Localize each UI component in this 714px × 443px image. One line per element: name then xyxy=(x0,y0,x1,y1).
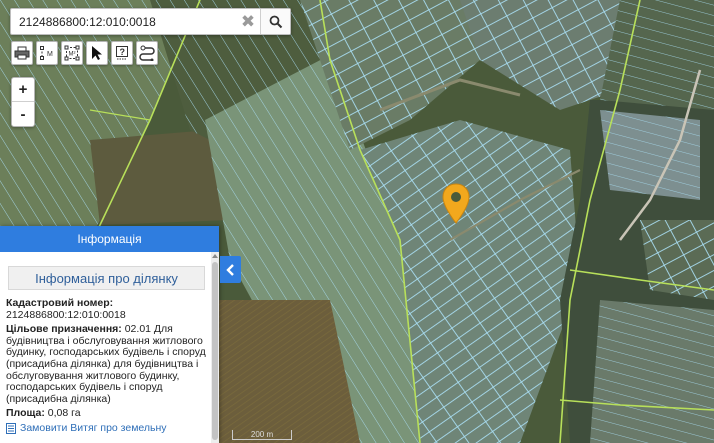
collapse-panel-button[interactable] xyxy=(220,256,241,283)
info-panel: Інформація Інформація про ділянку Кадаст… xyxy=(0,226,219,443)
area-value: 0,08 га xyxy=(47,407,81,420)
search-button[interactable] xyxy=(260,9,290,34)
purpose-value: 02.01 Для будівництва і обслуговування ж… xyxy=(6,323,206,405)
measure-area-label: M² xyxy=(69,52,76,58)
measure-distance-label: M xyxy=(47,51,53,58)
map-toolbar: M M² ? xyxy=(11,41,158,67)
document-icon xyxy=(6,423,16,435)
measure-distance-button[interactable]: M xyxy=(36,41,58,65)
help-button[interactable]: ? xyxy=(111,41,133,65)
zoom-control: + - xyxy=(11,77,35,127)
route-button[interactable] xyxy=(136,41,158,65)
cadastral-search-box: ✖ xyxy=(10,8,291,35)
scrollbar-thumb[interactable] xyxy=(212,262,218,440)
order-extract-link[interactable]: Замовити Витяг про земельну xyxy=(6,421,207,435)
scroll-up-icon[interactable] xyxy=(212,254,218,258)
cadastral-number-value: 2124886800:12:010:0018 xyxy=(6,308,126,321)
measure-area-button[interactable]: M² xyxy=(61,41,83,65)
cursor-icon xyxy=(92,46,102,60)
panel-scrollbar[interactable] xyxy=(211,252,219,443)
chevron-left-icon xyxy=(226,263,234,276)
printer-icon xyxy=(14,46,30,60)
purpose-label: Цільове призначення: xyxy=(6,323,122,336)
info-panel-header: Інформація xyxy=(0,226,219,252)
measure-area-icon: M² xyxy=(64,45,80,61)
cadastral-number-label: Кадастровий номер: xyxy=(6,297,114,309)
route-icon xyxy=(139,45,155,61)
close-icon: ✖ xyxy=(240,11,256,31)
help-icon: ? xyxy=(116,46,128,60)
select-button[interactable] xyxy=(86,41,108,65)
measure-distance-icon: M xyxy=(40,46,53,60)
clear-search-button[interactable]: ✖ xyxy=(236,9,260,34)
parcel-details: Кадастровий номер: 2124886800:12:010:001… xyxy=(0,290,219,435)
zoom-in-button[interactable]: + xyxy=(12,78,34,102)
search-icon xyxy=(269,15,282,28)
help-label: ? xyxy=(120,47,126,57)
zoom-out-button[interactable]: - xyxy=(12,102,34,126)
info-panel-body[interactable]: Інформація про ділянку Кадастровий номер… xyxy=(0,252,219,443)
location-marker-icon[interactable] xyxy=(441,183,471,225)
parcel-info-title: Інформація про ділянку xyxy=(8,266,205,290)
map-scale-bar: 200 m xyxy=(232,430,292,440)
order-extract-label: Замовити Витяг про земельну xyxy=(20,421,167,434)
print-button[interactable] xyxy=(11,41,33,65)
cadastral-search-input[interactable] xyxy=(11,9,236,34)
area-label: Площа: xyxy=(6,407,45,420)
